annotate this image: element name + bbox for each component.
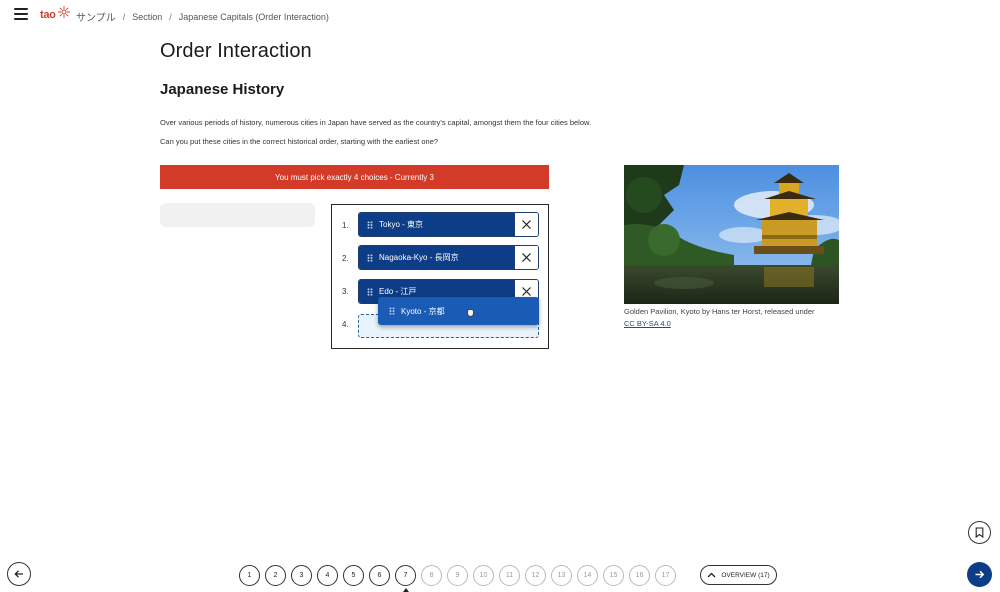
breadcrumb-separator: / [169,11,172,22]
page-button-16[interactable]: 16 [629,565,650,586]
remove-choice-button[interactable] [514,246,538,269]
page-navigation: 1 2 3 4 5 6 7 8 9 10 11 12 13 14 15 16 1… [239,565,681,592]
order-number: 2. [342,254,349,263]
choice-label: Nagaoka-Kyo - 長岡京 [379,253,459,262]
question-paragraph: Can you put these cities in the correct … [160,137,439,146]
page-button-1[interactable]: 1 [239,565,260,586]
logo[interactable]: tao [40,5,70,25]
menu-button[interactable] [14,8,28,20]
arrow-left-icon [14,570,23,578]
drag-handle-icon [367,220,373,229]
close-icon [522,287,531,296]
order-choice-nagaoka-kyo[interactable]: Nagaoka-Kyo - 長岡京 [358,245,539,270]
order-number: 1. [342,221,349,230]
choice-label: Tokyo - 東京 [379,220,424,229]
next-button[interactable] [967,562,992,587]
page-button-2[interactable]: 2 [265,565,286,586]
drag-handle-icon [389,307,395,315]
bookmark-icon [975,527,984,538]
close-icon [522,220,531,229]
golden-pavilion-photo [624,165,839,304]
overview-button[interactable]: OVERVIEW (17) [700,565,777,585]
dragging-choice-kyoto[interactable]: Kyoto - 京都 [378,297,539,325]
section-title: Japanese History [160,81,285,98]
choice-label: Edo - 江戸 [379,287,417,296]
previous-button[interactable] [7,562,31,586]
page-button-14[interactable]: 14 [577,565,598,586]
page-button-9[interactable]: 9 [447,565,468,586]
breadcrumb-item-item: Japanese Capitals (Order Interaction) [178,11,329,22]
breadcrumb-separator: / [122,11,126,22]
logo-text: tao [40,9,56,21]
remove-choice-button[interactable] [514,213,538,236]
photo-caption: Golden Pavilion, Kyoto by Hans ter Horst… [624,306,815,330]
page-button-17[interactable]: 17 [655,565,676,586]
page-button-8[interactable]: 8 [421,565,442,586]
choice-source-area[interactable] [160,203,315,227]
page-button-6[interactable]: 6 [369,565,390,586]
page-title: Order Interaction [160,40,312,62]
page-button-7-current[interactable]: 7 [395,565,416,592]
mouse-cursor-icon [467,309,474,317]
breadcrumb: サンプル / Section / Japanese Capitals (Orde… [76,9,329,25]
close-icon [522,253,531,262]
bookmark-button[interactable] [968,521,991,544]
page-button-10[interactable]: 10 [473,565,494,586]
chevron-up-icon [707,572,716,578]
order-number: 3. [342,287,349,296]
page-button-13[interactable]: 13 [551,565,572,586]
overview-label: OVERVIEW (17) [721,571,770,579]
logo-burst-icon [58,6,70,18]
error-message: You must pick exactly 4 choices - Curren… [275,172,434,182]
order-number: 4. [342,320,349,329]
page-button-11[interactable]: 11 [499,565,520,586]
drag-handle-icon [367,253,373,262]
error-banner: You must pick exactly 4 choices - Curren… [160,165,549,189]
page-button-15[interactable]: 15 [603,565,624,586]
hamburger-icon [14,8,28,10]
order-choice-tokyo[interactable]: Tokyo - 東京 [358,212,539,237]
page-button-12[interactable]: 12 [525,565,546,586]
page-button-5[interactable]: 5 [343,565,364,586]
drag-handle-icon [367,287,373,296]
caption-text: Golden Pavilion, Kyoto by Hans ter Horst… [624,307,815,316]
breadcrumb-item-section[interactable]: Section [132,12,162,22]
page-button-3[interactable]: 3 [291,565,312,586]
choice-label: Kyoto - 京都 [401,306,445,316]
page-button-4[interactable]: 4 [317,565,338,586]
breadcrumb-item-sample[interactable]: サンプル [76,9,116,24]
license-link[interactable]: CC BY-SA 4.0 [624,319,671,328]
prompt-paragraph: Over various periods of history, numerou… [160,118,592,127]
arrow-right-icon [975,570,985,579]
photo-illustration [624,165,839,304]
